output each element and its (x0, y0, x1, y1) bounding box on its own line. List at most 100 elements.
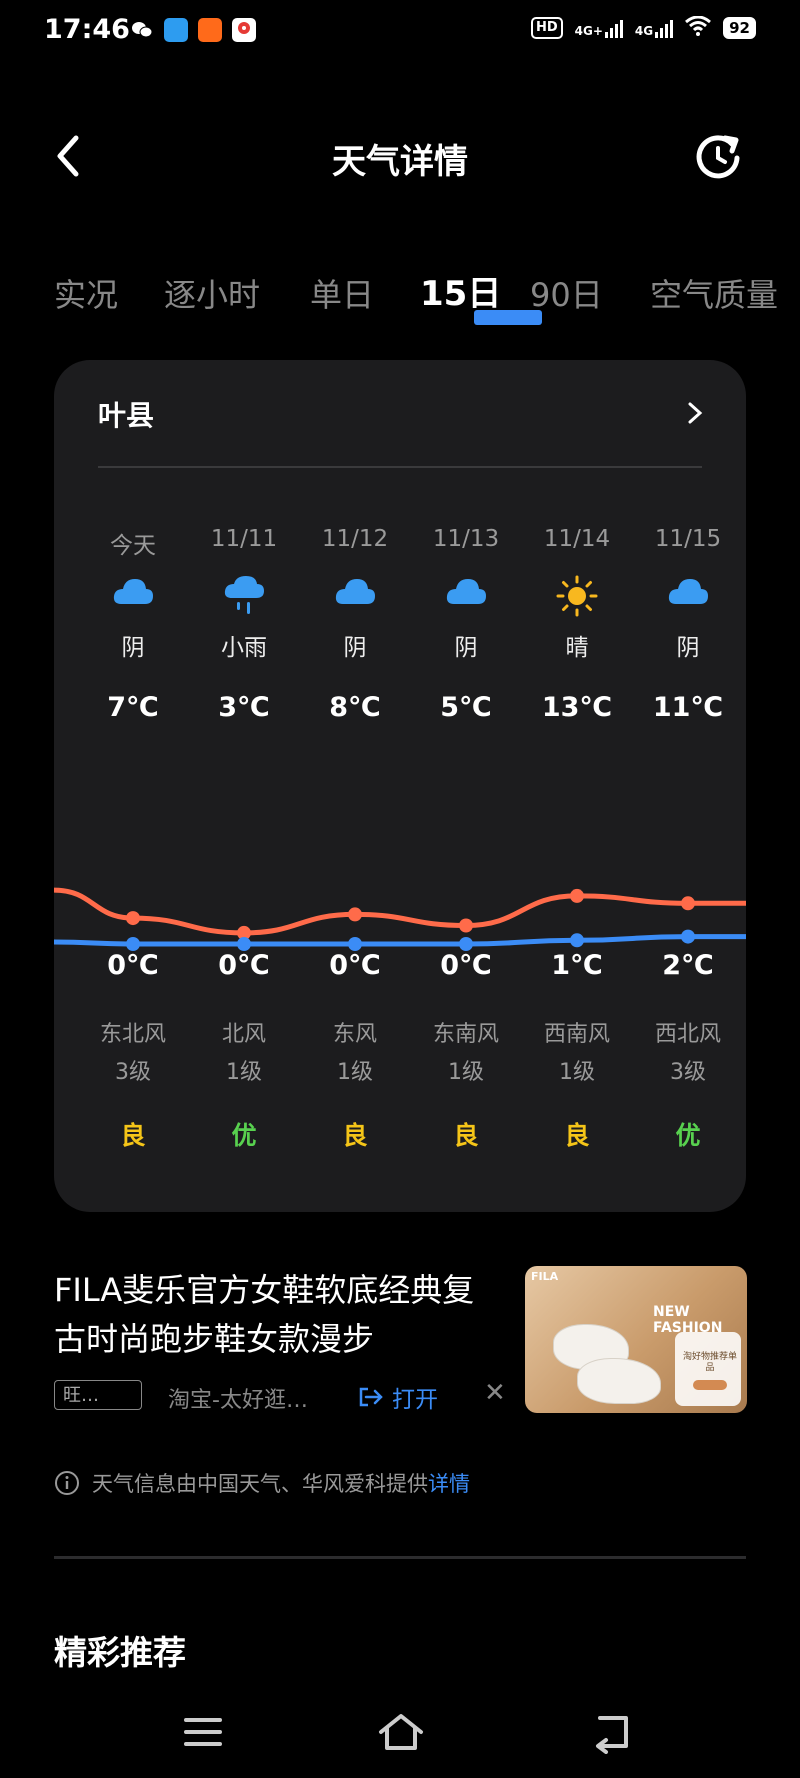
status-time: 17:46 (44, 14, 130, 45)
day-date: 11/14 (543, 526, 611, 552)
page-title: 天气详情 (332, 142, 468, 182)
info-details-link[interactable]: 详情 (428, 1472, 470, 1496)
return-icon (596, 1716, 628, 1754)
wind-level: 3级 (670, 1060, 706, 1085)
wind-direction: 东北风 (99, 1022, 166, 1047)
day-date: 11/12 (321, 526, 389, 552)
low-temp-point (681, 929, 695, 944)
tab-live[interactable]: 实况 (54, 270, 118, 316)
nav-menu-button[interactable] (178, 1710, 228, 1754)
nav-back-button[interactable] (586, 1710, 636, 1754)
ad-title[interactable]: FILA斐乐官方女鞋软底经典复古时尚跑步鞋女款漫步 (54, 1266, 504, 1364)
wifi-icon (685, 15, 712, 40)
cloud-icon (411, 574, 521, 618)
day-date: 11/11 (210, 526, 278, 552)
signal-bars-icon (655, 18, 674, 38)
aqi-badge: 良 (120, 1121, 146, 1150)
status-app-icons (130, 18, 256, 42)
menu-icon (184, 1718, 222, 1746)
day-date: 11/15 (654, 526, 722, 552)
wind-level: 1级 (559, 1060, 595, 1085)
aqi-badge: 优 (675, 1121, 701, 1150)
wind-level: 1级 (337, 1060, 373, 1085)
refresh-button[interactable] (692, 130, 744, 182)
refresh-icon (696, 135, 740, 179)
signal-bars-icon (604, 18, 623, 38)
high-temp-point (570, 888, 584, 903)
tab-bar: 实况 逐小时 单日 15日 90日 空气质量 (54, 270, 800, 330)
high-temp: 5℃ (440, 692, 492, 723)
sun-icon (522, 574, 632, 618)
wind-level: 1级 (226, 1060, 262, 1085)
cloud-icon (300, 574, 410, 618)
high-temp: 7℃ (107, 692, 159, 723)
high-temp: 3℃ (218, 692, 270, 723)
status-indicators: HD 4G+ 4G 92 (530, 15, 756, 40)
weather-desc: 阴 (454, 635, 478, 661)
city-name[interactable]: 叶县 (98, 394, 154, 434)
wind-direction: 东南风 (432, 1022, 499, 1047)
day-date: 今天 (110, 533, 156, 559)
ad-open-button[interactable]: 打开 (358, 1380, 438, 1414)
tab-air-quality[interactable]: 空气质量 (650, 270, 778, 316)
app-icon-blue (164, 18, 188, 42)
weather-desc: 阴 (676, 635, 700, 661)
high-temp-point (459, 918, 473, 933)
active-tab-indicator (474, 310, 542, 325)
hd-badge: HD (530, 17, 563, 39)
wind-level: 3级 (115, 1060, 151, 1085)
wind-direction: 东风 (332, 1022, 377, 1047)
weather-desc: 小雨 (221, 635, 267, 661)
signal-2: 4G (635, 18, 674, 38)
cloud-icon (633, 574, 743, 618)
nav-home-button[interactable] (376, 1710, 426, 1754)
low-temp-line (54, 934, 746, 947)
data-source-info: 天气信息由中国天气、华风爱科提供详情 (54, 1468, 470, 1498)
signal-1: 4G+ (575, 18, 623, 38)
wechat-icon (130, 18, 154, 42)
low-temp-point (459, 937, 473, 951)
city-chevron-right-icon[interactable] (682, 398, 708, 428)
low-temp-point (348, 937, 362, 951)
cloud-icon (78, 574, 188, 618)
low-temp-point (126, 937, 140, 951)
tab-15-day[interactable]: 15日 (420, 270, 501, 315)
weather-desc: 阴 (121, 635, 145, 661)
high-temp-point (126, 911, 140, 926)
tab-hourly[interactable]: 逐小时 (164, 270, 260, 316)
wind-direction: 西南风 (543, 1022, 610, 1047)
info-icon (55, 1471, 79, 1495)
ad-image[interactable]: FILA NEW FASHION 淘好物推荐单品 (525, 1266, 747, 1413)
wind-level: 1级 (448, 1060, 484, 1085)
shoe-shape (577, 1358, 661, 1404)
ad-close-icon[interactable]: ✕ (484, 1378, 506, 1408)
low-temp-point (570, 933, 584, 948)
high-temp-point (681, 896, 695, 911)
aqi-badge: 优 (231, 1121, 257, 1150)
card-divider (98, 466, 702, 468)
weather-desc: 阴 (343, 635, 367, 661)
high-temp-point (348, 907, 362, 922)
app-icon-map (232, 18, 256, 42)
aqi-badge: 良 (453, 1121, 479, 1150)
ad-open-label: 打开 (392, 1387, 438, 1413)
high-temp: 8℃ (329, 692, 381, 723)
battery-indicator: 92 (723, 17, 756, 39)
rain-icon (189, 574, 299, 618)
recommend-title: 精彩推荐 (54, 1633, 186, 1672)
open-icon (359, 1387, 383, 1407)
high-temp: 13℃ (541, 692, 613, 723)
aqi-badge: 良 (564, 1121, 590, 1150)
high-temp-line (54, 887, 746, 936)
ad-image-panel-button (693, 1380, 727, 1390)
tab-90-day[interactable]: 90日 (530, 270, 603, 316)
wind-direction: 西北风 (654, 1022, 721, 1047)
ad-image-panel-text: 淘好物推荐单品 (682, 1352, 737, 1373)
info-text: 天气信息由中国天气、华风爱科提供 (92, 1472, 428, 1496)
day-date: 11/13 (432, 526, 500, 552)
ad-source: 淘宝-太好逛… (168, 1388, 308, 1413)
tab-single-day[interactable]: 单日 (310, 270, 374, 316)
temperature-chart (54, 887, 746, 951)
app-icon-orange (198, 18, 222, 42)
aqi-badge: 良 (342, 1121, 368, 1150)
